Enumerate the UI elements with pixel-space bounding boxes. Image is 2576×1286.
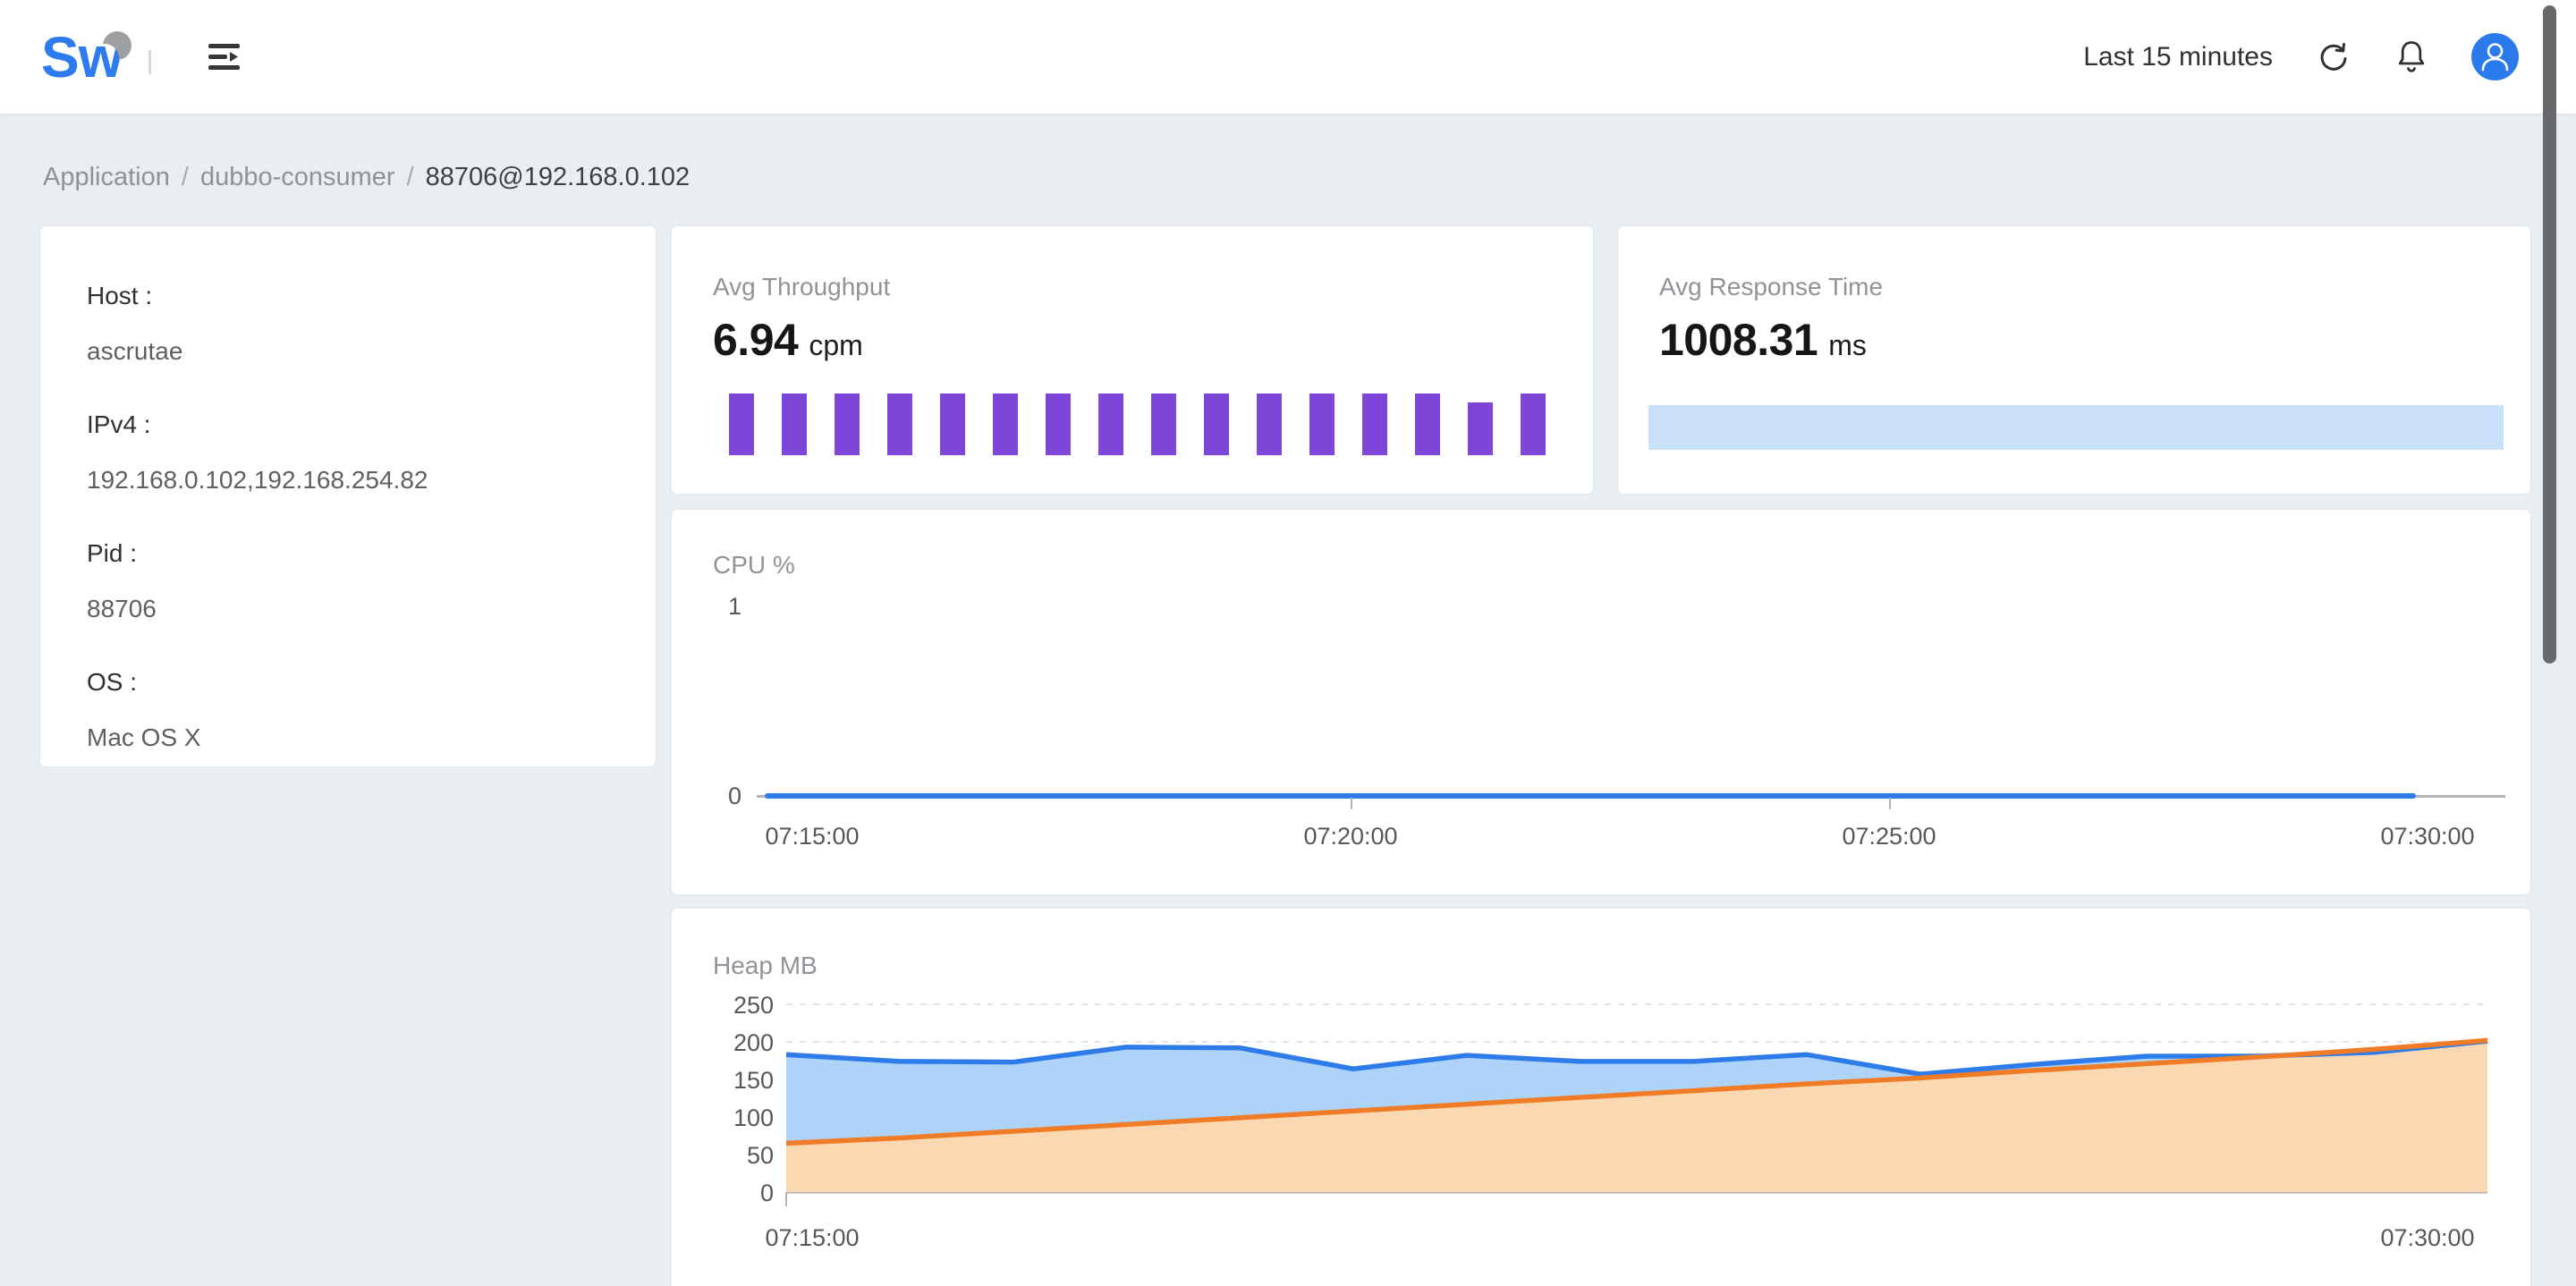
- cpu-x-tick-label: 07:15:00: [765, 823, 860, 850]
- response-time-value-row: 1008.31 ms: [1659, 314, 1867, 366]
- breadcrumb-instance: 88706@192.168.0.102: [425, 163, 691, 191]
- heap-y-tick-label: 250: [733, 994, 774, 1019]
- cpu-series-line: [765, 793, 2416, 799]
- throughput-bar[interactable]: [1362, 393, 1387, 455]
- instance-info-fields: Host : ascrutae IPv4 : 192.168.0.102,192…: [87, 282, 428, 797]
- heap-chart-plot[interactable]: 0 50 100 150 200 250 07:15:00 07:30:00: [724, 994, 2530, 1253]
- cpu-x-tick-label: 07:25:00: [1842, 823, 1936, 850]
- throughput-bar[interactable]: [1151, 393, 1176, 455]
- scrollbar-thumb[interactable]: [2543, 5, 2556, 664]
- refresh-icon[interactable]: [2316, 39, 2351, 75]
- header-actions: Last 15 minutes: [2083, 0, 2519, 114]
- heap-chart-title: Heap MB: [713, 952, 818, 979]
- logo-crescent-icon: [103, 31, 131, 60]
- avg-throughput-card: Avg Throughput 6.94 cpm: [671, 225, 1594, 495]
- time-range-selector[interactable]: Last 15 minutes: [2083, 42, 2273, 72]
- ipv4-label: IPv4 :: [87, 410, 151, 438]
- breadcrumb-separator: /: [181, 163, 189, 191]
- breadcrumb-separator: /: [406, 163, 414, 191]
- heap-x-tick-label: 07:30:00: [2380, 1224, 2474, 1251]
- heap-y-tick-label: 100: [733, 1104, 774, 1131]
- heap-chart-card: Heap MB 0 50 100 150 200 250 07:15:00 07:30:00: [671, 908, 2531, 1286]
- cpu-y-tick-label: 0: [727, 783, 741, 809]
- throughput-bar[interactable]: [1046, 393, 1071, 455]
- pid-value: 88706: [87, 595, 157, 622]
- heap-y-tick-label: 200: [733, 1029, 774, 1056]
- app-header: Sw Last 15 minutes: [0, 0, 2576, 114]
- cpu-y-tick-label: 1: [727, 593, 741, 620]
- throughput-value-row: 6.94 cpm: [713, 314, 863, 366]
- throughput-bar[interactable]: [887, 393, 912, 455]
- breadcrumb-application[interactable]: Application: [43, 163, 170, 192]
- throughput-bar[interactable]: [1415, 393, 1440, 455]
- avatar[interactable]: [2471, 33, 2519, 80]
- throughput-unit: cpm: [809, 329, 863, 361]
- throughput-bar[interactable]: [1309, 393, 1335, 455]
- response-time-value: 1008.31: [1659, 315, 1818, 365]
- throughput-bar[interactable]: [1257, 393, 1282, 455]
- cpu-axis-tick: [1351, 798, 1352, 809]
- instance-info-card: Host : ascrutae IPv4 : 192.168.0.102,192…: [39, 225, 657, 767]
- cpu-chart-card: CPU % 0 1 07:15:00 07:20:00 07:25:00 07:30:00: [671, 509, 2531, 895]
- cpu-axis-tick: [1889, 798, 1891, 809]
- menu-unfold-icon[interactable]: [208, 41, 241, 73]
- throughput-bar[interactable]: [1521, 393, 1546, 455]
- os-value: Mac OS X: [87, 723, 201, 751]
- os-label: OS :: [87, 668, 138, 696]
- breadcrumb: Application / dubbo-consumer / 88706@192…: [43, 163, 690, 192]
- pid-label: Pid :: [87, 539, 138, 567]
- breadcrumb-app-name[interactable]: dubbo-consumer: [200, 163, 395, 192]
- skywalking-instance-page: Sw Last 15 minutes Application / dubbo-c…: [0, 0, 2576, 1286]
- response-time-title: Avg Response Time: [1659, 273, 1884, 300]
- throughput-bar[interactable]: [729, 393, 754, 455]
- header-divider: [148, 50, 151, 74]
- throughput-bar[interactable]: [782, 393, 807, 455]
- person-icon: [2481, 43, 2509, 72]
- heap-y-tick-label: 150: [733, 1067, 774, 1094]
- ipv4-value: 192.168.0.102,192.168.254.82: [87, 466, 428, 494]
- host-value: ascrutae: [87, 337, 183, 365]
- throughput-bar[interactable]: [1204, 393, 1229, 455]
- cpu-chart-plot[interactable]: 0 1 07:15:00 07:20:00 07:25:00 07:30:00: [672, 510, 2532, 896]
- host-label: Host :: [87, 282, 153, 309]
- skywalking-logo[interactable]: Sw: [41, 14, 193, 100]
- throughput-bar[interactable]: [835, 393, 860, 455]
- throughput-bar[interactable]: [940, 393, 965, 455]
- cpu-x-tick-label: 07:20:00: [1303, 823, 1398, 850]
- heap-y-tick-label: 0: [760, 1180, 774, 1206]
- throughput-bar[interactable]: [1098, 393, 1123, 455]
- cpu-x-tick-label: 07:30:00: [2380, 823, 2475, 850]
- response-time-unit: ms: [1828, 329, 1867, 361]
- heap-y-tick-label: 50: [747, 1142, 774, 1169]
- throughput-bars[interactable]: [729, 393, 1546, 455]
- avg-response-time-card: Avg Response Time 1008.31 ms: [1617, 225, 2531, 495]
- response-time-bar[interactable]: [1648, 405, 2504, 450]
- throughput-bar[interactable]: [1468, 402, 1493, 455]
- throughput-title: Avg Throughput: [713, 273, 891, 300]
- throughput-bar[interactable]: [993, 393, 1018, 455]
- bell-icon[interactable]: [2394, 38, 2428, 76]
- throughput-value: 6.94: [713, 315, 799, 365]
- heap-x-tick-label: 07:15:00: [765, 1224, 859, 1251]
